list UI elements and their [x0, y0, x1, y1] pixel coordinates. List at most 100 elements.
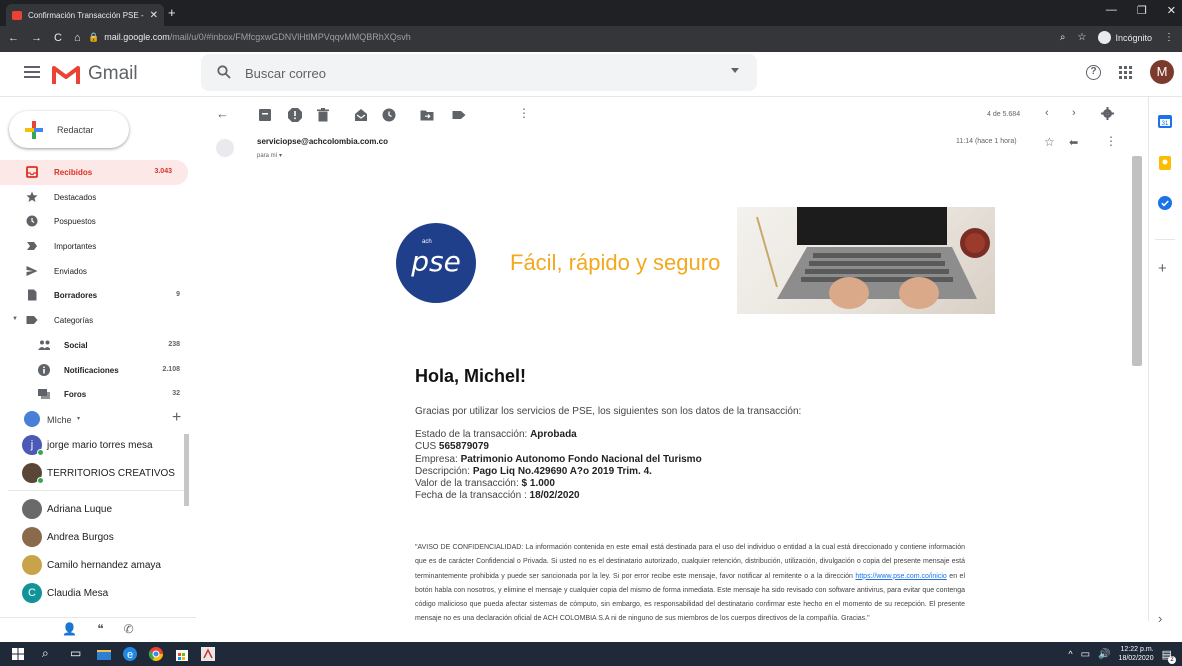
message-time: 11:14 (hace 1 hora) — [956, 138, 1017, 145]
archive-icon[interactable] — [258, 108, 272, 122]
search-bar[interactable]: Buscar correo — [201, 54, 757, 91]
new-tab-icon[interactable]: + — [168, 5, 176, 20]
windows-start-icon[interactable] — [10, 646, 26, 662]
phone-icon[interactable]: ✆ — [124, 622, 134, 636]
incognito-badge[interactable]: Incógnito — [1098, 31, 1152, 44]
volume-icon[interactable]: 🔊 — [1098, 649, 1110, 660]
sidebar-item-drafts[interactable]: Borradores 9 — [0, 283, 196, 308]
store-icon[interactable] — [174, 646, 190, 662]
help-icon[interactable]: ? — [1086, 64, 1101, 80]
sidebar-item-snoozed[interactable]: Pospuestos — [0, 209, 196, 234]
recipient-label: para mí — [257, 153, 278, 159]
gmail-logo[interactable]: Gmail — [52, 63, 138, 85]
search-icon[interactable] — [217, 65, 231, 79]
maximize-icon[interactable]: ❐ — [1137, 4, 1147, 17]
reply-icon[interactable]: ⬅ — [1069, 136, 1078, 149]
settings-gear-icon[interactable] — [1101, 107, 1114, 120]
compose-button[interactable]: Redactar — [9, 111, 129, 148]
ach-logo-text: ach — [422, 239, 432, 245]
search-options-icon[interactable] — [731, 68, 739, 73]
star-message-icon[interactable]: ☆ — [1044, 135, 1055, 149]
tasks-icon[interactable] — [1158, 196, 1172, 210]
sidebar-item-sent[interactable]: Enviados — [0, 259, 196, 284]
expand-panel-icon[interactable]: › — [1158, 612, 1172, 626]
browser-menu-icon[interactable]: ⋮ — [1164, 32, 1174, 43]
sidebar-item-inbox[interactable]: Recibidos 3.043 — [0, 160, 188, 185]
add-on-plus-icon[interactable]: + — [1158, 261, 1172, 276]
recipient-details[interactable]: para mí ▾ — [257, 152, 282, 159]
tray-expand-icon[interactable]: ^ — [1068, 649, 1072, 659]
report-spam-icon[interactable] — [288, 108, 302, 122]
sidebar-item-forums[interactable]: Foros 32 — [0, 382, 196, 407]
back-icon[interactable]: ← — [8, 32, 19, 44]
chevron-down-icon[interactable]: ▾ — [77, 415, 80, 422]
sidebar-item-label: Borradores — [54, 291, 98, 301]
network-icon[interactable]: ▭ — [1081, 649, 1090, 660]
reload-icon[interactable]: C — [54, 32, 62, 44]
sender-email[interactable]: serviciopse@achcolombia.com.co — [257, 137, 388, 146]
main-menu-icon[interactable] — [24, 66, 40, 78]
hangouts-quote-icon[interactable]: ❝ — [97, 622, 103, 636]
expand-arrow-icon[interactable]: ▼ — [12, 316, 18, 322]
sidebar-item-important[interactable]: Importantes — [0, 234, 196, 259]
delete-icon[interactable] — [316, 108, 330, 122]
newer-page-icon[interactable]: › — [1072, 107, 1076, 119]
acrobat-icon[interactable] — [200, 646, 216, 662]
contact-item[interactable]: TERRITORIOS CREATIVOS — [0, 459, 196, 487]
sidebar: Redactar Recibidos 3.043 Destacados Posp… — [0, 97, 196, 636]
sidebar-item-updates[interactable]: Notificaciones 2.108 — [0, 358, 196, 383]
edge-browser-icon[interactable]: e — [122, 646, 138, 662]
message-scrollbar[interactable] — [1132, 156, 1142, 366]
minimize-icon[interactable]: — — [1106, 4, 1117, 17]
search-placeholder: Buscar correo — [245, 66, 326, 81]
search-icon[interactable]: ⌕ — [42, 646, 58, 662]
tab-title: Confirmación Transacción PSE - — [28, 10, 144, 20]
url-field[interactable]: 🔒 mail.google.com/mail/u/0/#inbox/FMfcgxw… — [88, 32, 411, 43]
pse-link[interactable]: https://www.pse.com.co/inicio — [855, 573, 946, 580]
star-icon — [26, 191, 38, 202]
contact-item[interactable]: Andrea Burgos — [0, 523, 196, 551]
zoom-icon[interactable]: ⌕ — [1060, 32, 1066, 43]
bookmark-star-icon[interactable]: ☆ — [1078, 32, 1087, 43]
more-options-icon[interactable]: ⋮ — [518, 106, 532, 120]
unread-count: 32 — [172, 390, 180, 398]
hangouts-me[interactable]: MIche ▾ + — [0, 405, 196, 431]
chrome-browser-icon[interactable] — [148, 646, 164, 662]
message-header: serviciopse@achcolombia.com.co para mí ▾… — [196, 133, 1134, 173]
sidebar-item-starred[interactable]: Destacados — [0, 185, 196, 210]
taskbar-clock[interactable]: 12:22 p.m. 18/02/2020 — [1119, 645, 1154, 663]
contacts-person-icon[interactable]: 👤 — [62, 622, 77, 636]
back-to-inbox-icon[interactable]: ← — [216, 106, 230, 121]
move-to-icon[interactable] — [420, 108, 434, 122]
apps-grid-icon[interactable] — [1119, 65, 1132, 79]
older-page-icon[interactable]: ‹ — [1045, 107, 1049, 119]
notifications-icon[interactable]: ▤ 2 — [1162, 648, 1176, 664]
snooze-icon[interactable] — [382, 108, 396, 122]
sidebar-item-label: Foros — [64, 390, 87, 400]
contact-name: Claudia Mesa — [47, 588, 109, 599]
message-more-icon[interactable]: ⋮ — [1105, 134, 1117, 148]
url-path: /mail/u/0/#inbox/FMfcgxwGDNVlHtlMPVqqvMM… — [169, 32, 411, 42]
close-window-icon[interactable]: ✕ — [1167, 4, 1176, 17]
contact-item[interactable]: C Claudia Mesa — [0, 579, 196, 607]
sidebar-item-categories[interactable]: ▼ Categorías — [0, 308, 196, 333]
hangouts-scrollbar[interactable] — [184, 434, 189, 506]
contact-item[interactable]: Camilo hernandez amaya — [0, 551, 196, 579]
labels-icon[interactable] — [452, 108, 466, 122]
sidebar-item-social[interactable]: Social 238 — [0, 333, 196, 358]
mark-unread-icon[interactable] — [354, 108, 368, 122]
home-icon[interactable]: ⌂ — [74, 32, 81, 44]
file-explorer-icon[interactable] — [96, 646, 112, 662]
task-view-icon[interactable]: ▭ — [70, 646, 86, 662]
close-tab-icon[interactable]: ✕ — [150, 10, 158, 21]
new-conversation-icon[interactable]: + — [172, 409, 181, 427]
account-avatar[interactable]: M — [1150, 60, 1174, 84]
keep-icon[interactable] — [1158, 156, 1172, 170]
contact-item[interactable]: j jorge mario torres mesa — [0, 431, 196, 459]
gmail-favicon-icon — [12, 10, 22, 20]
browser-tab[interactable]: Confirmación Transacción PSE - ✕ — [6, 4, 164, 26]
calendar-icon[interactable]: 31 — [1158, 114, 1172, 128]
forward-icon[interactable]: → — [31, 32, 42, 44]
detail-row-cus: CUS 565879079 — [415, 441, 702, 453]
contact-item[interactable]: Adriana Luque — [0, 495, 196, 523]
